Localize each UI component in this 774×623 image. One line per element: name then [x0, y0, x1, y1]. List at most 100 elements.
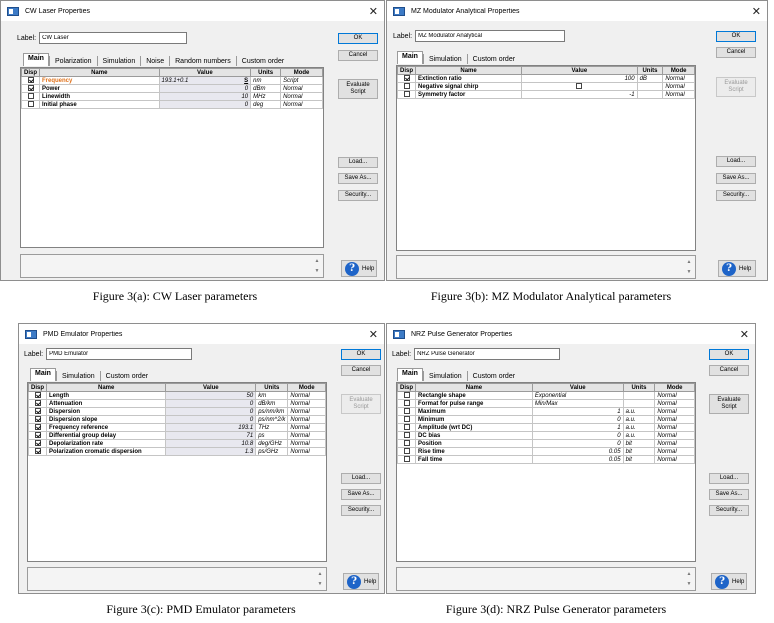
param-value[interactable]: 193.1 [165, 423, 257, 432]
ok-button[interactable]: OK [709, 349, 749, 360]
display-checkbox[interactable] [403, 91, 410, 98]
param-mode[interactable]: Normal [654, 415, 695, 424]
display-checkbox[interactable] [34, 408, 41, 415]
display-checkbox[interactable] [34, 448, 41, 455]
table-row[interactable]: Symmetry factor -1 Normal [397, 90, 695, 99]
table-row[interactable]: Minimum 0 a.u. Normal [397, 415, 695, 424]
param-value[interactable]: 10.8 [165, 439, 257, 448]
cancel-button[interactable]: Cancel [716, 47, 756, 58]
param-mode[interactable]: Normal [654, 455, 695, 464]
security-button[interactable]: Security... [709, 505, 749, 516]
description-box[interactable]: ▲ ▼ [27, 567, 327, 591]
scroll-down-icon[interactable]: ▼ [685, 268, 693, 276]
param-mode[interactable]: Normal [280, 84, 323, 93]
tab-custom-order[interactable]: Custom order [468, 54, 520, 64]
param-value[interactable]: 0.05 [531, 447, 624, 456]
evaluate-script-button[interactable]: Evaluate Script [338, 79, 378, 99]
security-button[interactable]: Security... [341, 505, 381, 516]
param-value[interactable]: 0 [531, 415, 624, 424]
display-checkbox[interactable] [34, 416, 41, 423]
param-mode[interactable]: Normal [287, 391, 326, 400]
load-button[interactable]: Load... [338, 157, 378, 168]
param-mode[interactable]: Normal [654, 447, 695, 456]
description-box[interactable]: ▲ ▼ [396, 255, 696, 279]
param-value[interactable]: 0 [165, 399, 257, 408]
table-row[interactable]: Initial phase 0 deg Normal [21, 100, 323, 109]
tab-main[interactable]: Main [397, 51, 423, 64]
display-checkbox[interactable] [34, 400, 41, 407]
save-as-button[interactable]: Save As... [341, 489, 381, 500]
evaluate-script-button[interactable]: Evaluate Script [341, 394, 381, 414]
label-input[interactable] [46, 348, 193, 360]
save-as-button[interactable]: Save As... [716, 173, 756, 184]
display-checkbox[interactable] [27, 77, 34, 84]
tab-simulation[interactable]: Simulation [57, 371, 100, 381]
save-as-button[interactable]: Save As... [338, 173, 378, 184]
param-value[interactable]: 1.3 [165, 447, 257, 456]
param-value[interactable]: 10 [158, 92, 252, 101]
tab-main[interactable]: Main [23, 53, 49, 66]
title-bar[interactable]: MZ Modulator Analytical Properties ✕ [387, 1, 767, 21]
close-icon[interactable]: ✕ [740, 328, 749, 341]
param-value[interactable]: 0 [165, 415, 257, 424]
table-row[interactable]: Dispersion slope 0 ps/nm^2/k Normal [28, 415, 326, 424]
param-value[interactable]: Min/Max [531, 399, 624, 408]
param-value[interactable]: 71 [165, 431, 257, 440]
param-value[interactable]: 0 [165, 407, 257, 416]
param-mode[interactable]: Normal [287, 447, 326, 456]
help-button[interactable]: ? Help [343, 573, 379, 590]
scroll-up-icon[interactable]: ▲ [313, 257, 321, 265]
table-row[interactable]: Length 50 km Normal [28, 391, 326, 400]
table-row[interactable]: Frequency reference 193.1 THz Normal [28, 423, 326, 432]
param-mode[interactable]: Normal [287, 415, 326, 424]
tab-simulation[interactable]: Simulation [424, 54, 467, 64]
tab-main[interactable]: Main [30, 368, 56, 381]
display-checkbox[interactable] [403, 448, 410, 455]
param-mode[interactable]: Normal [280, 100, 323, 109]
description-box[interactable]: ▲ ▼ [396, 567, 696, 591]
param-value[interactable]: 1 [531, 423, 624, 432]
scroll-down-icon[interactable]: ▼ [313, 267, 321, 275]
scroll-up-icon[interactable]: ▲ [685, 258, 693, 266]
help-button[interactable]: ? Help [341, 260, 377, 277]
display-checkbox[interactable] [27, 93, 34, 100]
param-value[interactable]: 0.05 [531, 455, 624, 464]
param-value[interactable]: Exponential [531, 391, 624, 400]
table-row[interactable]: DC bias 0 a.u. Normal [397, 431, 695, 440]
title-bar[interactable]: PMD Emulator Properties ✕ [19, 324, 384, 344]
display-checkbox[interactable] [34, 392, 41, 399]
param-value[interactable]: 50 [165, 391, 257, 400]
ok-button[interactable]: OK [716, 31, 756, 42]
tab-custom-order[interactable]: Custom order [468, 371, 520, 381]
table-row[interactable]: Rise time 0.05 bit Normal [397, 447, 695, 456]
cancel-button[interactable]: Cancel [338, 50, 378, 61]
param-mode[interactable]: Normal [662, 90, 695, 99]
param-value[interactable]: -1 [521, 90, 638, 99]
load-button[interactable]: Load... [341, 473, 381, 484]
display-checkbox[interactable] [403, 424, 410, 431]
display-checkbox[interactable] [403, 75, 410, 82]
table-row[interactable]: Differential group delay 71 ps Normal [28, 431, 326, 440]
scroll-down-icon[interactable]: ▼ [316, 580, 324, 588]
param-mode[interactable]: Normal [654, 391, 695, 400]
param-value[interactable]: 0 [158, 100, 252, 109]
tab-polarization[interactable]: Polarization [50, 56, 97, 66]
description-box[interactable]: ▲ ▼ [20, 254, 324, 278]
table-row[interactable]: Extinction ratio 100 dB Normal [397, 74, 695, 83]
cancel-button[interactable]: Cancel [341, 365, 381, 376]
display-checkbox[interactable] [403, 440, 410, 447]
param-value[interactable]: 0 [531, 431, 624, 440]
load-button[interactable]: Load... [709, 473, 749, 484]
tab-noise[interactable]: Noise [141, 56, 169, 66]
label-input[interactable] [39, 32, 188, 44]
load-button[interactable]: Load... [716, 156, 756, 167]
scroll-up-icon[interactable]: ▲ [316, 570, 324, 578]
display-checkbox[interactable] [403, 432, 410, 439]
tab-custom-order[interactable]: Custom order [237, 56, 289, 66]
table-row[interactable]: Depolarization rate 10.8 deg/GHz Normal [28, 439, 326, 448]
param-mode[interactable]: Normal [280, 92, 323, 101]
table-row[interactable]: Polarization cromatic dispersion 1.3 ps/GH… [28, 447, 326, 456]
table-row[interactable]: Negative signal chirp Normal [397, 82, 695, 91]
scroll-up-icon[interactable]: ▲ [685, 570, 693, 578]
security-button[interactable]: Security... [338, 190, 378, 201]
